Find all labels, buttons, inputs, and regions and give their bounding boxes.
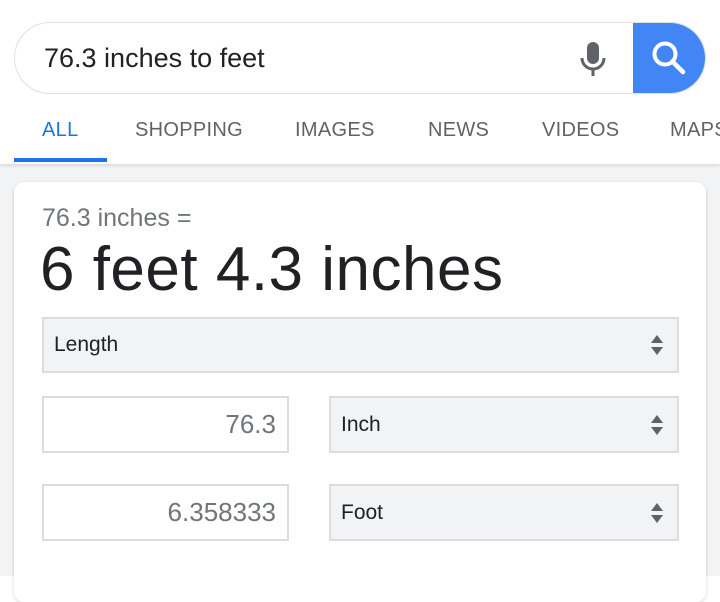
from-value-input[interactable]: 76.3 xyxy=(42,396,289,453)
sort-arrows-icon xyxy=(649,333,665,362)
tab-shopping[interactable]: SHOPPING xyxy=(135,104,243,156)
from-unit-value: Inch xyxy=(341,413,381,436)
search-button[interactable] xyxy=(633,23,705,93)
unit-type-select[interactable]: Length xyxy=(42,317,679,373)
sort-arrows-icon xyxy=(649,413,665,442)
search-input[interactable]: 76.3 inches to feet xyxy=(44,23,265,93)
search-icon xyxy=(652,41,686,75)
tab-all[interactable]: ALL xyxy=(42,104,79,156)
unit-type-value: Length xyxy=(54,333,119,356)
conversion-equation: 76.3 inches = xyxy=(42,204,192,232)
tab-images[interactable]: IMAGES xyxy=(295,104,375,156)
to-unit-value: Foot xyxy=(341,501,384,524)
search-tabs: ALL SHOPPING IMAGES NEWS VIDEOS MAPS xyxy=(0,104,720,160)
search-bar[interactable]: 76.3 inches to feet xyxy=(14,22,706,94)
tab-videos[interactable]: VIDEOS xyxy=(542,104,619,156)
to-unit-select[interactable]: Foot xyxy=(329,484,679,541)
unit-converter-card: 76.3 inches = 6 feet 4.3 inches Length 7… xyxy=(14,182,706,602)
mic-icon[interactable] xyxy=(575,40,611,78)
conversion-result: 6 feet 4.3 inches xyxy=(40,235,504,304)
active-tab-indicator xyxy=(14,158,107,162)
tab-news[interactable]: NEWS xyxy=(428,104,489,156)
to-value-input[interactable]: 6.358333 xyxy=(42,484,289,541)
from-unit-select[interactable]: Inch xyxy=(329,396,679,453)
tab-maps[interactable]: MAPS xyxy=(670,104,720,156)
sort-arrows-icon xyxy=(649,501,665,530)
search-header: 76.3 inches to feet ALL SHOPPING IMAGES … xyxy=(0,0,720,164)
